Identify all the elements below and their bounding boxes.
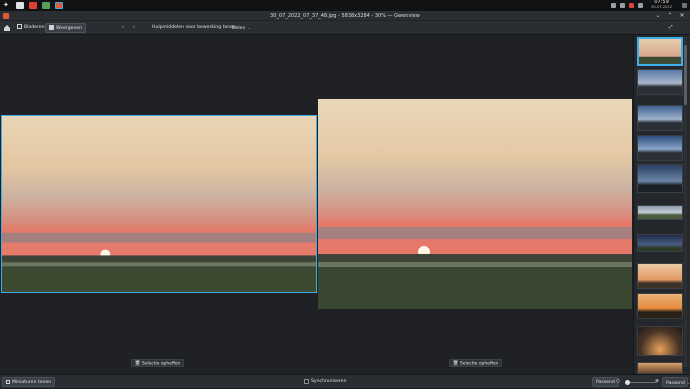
desktop-peek-icon[interactable] <box>682 3 687 8</box>
zoom-slider[interactable] <box>625 380 657 385</box>
fit-label: Passend <box>596 380 615 385</box>
sunrise-photo-left <box>2 116 316 292</box>
system-taskbar: ✦ 07:59 30-07-2022 <box>0 0 690 11</box>
home-icon <box>4 25 10 31</box>
compare-image-left[interactable] <box>1 115 317 293</box>
thumbnail-item[interactable] <box>637 293 683 319</box>
notification-icon[interactable] <box>629 3 634 8</box>
scrollbar-handle[interactable] <box>684 45 687 105</box>
thumbnail-item[interactable] <box>637 69 683 95</box>
status-bar: Miniaturen tonen Synchroniseren Passend … <box>0 374 690 388</box>
deselect-right-button[interactable]: 🗑 Selectie opheffen <box>449 359 503 367</box>
show-thumbnails-button[interactable]: Miniaturen tonen <box>2 377 56 387</box>
image-viewer: 🗑 Selectie opheffen 🗑 Selectie opheffen <box>0 35 633 374</box>
deselect-left-button[interactable]: 🗑 Selectie opheffen <box>131 359 185 367</box>
main-toolbar: Bladeren Weergeven ‹ › Hulpmiddelen voor… <box>0 21 690 35</box>
share-button[interactable]: Delen ⌄ <box>229 23 253 33</box>
view-button[interactable]: Weergeven <box>45 23 86 33</box>
thumbnail-item[interactable] <box>637 135 683 161</box>
sync-label: Synchroniseren <box>311 379 347 384</box>
forward-button[interactable]: › <box>130 23 138 33</box>
thumbnail-item[interactable] <box>637 326 683 356</box>
zoom-select[interactable]: Passend ⌄ <box>662 377 690 387</box>
window-title: 30_07_2022_07_37_48.jpg - 5838x3284 - 30… <box>270 13 420 19</box>
thumbnail-item[interactable] <box>637 234 683 252</box>
trash-icon: 🗑 <box>135 360 141 366</box>
video-app-icon[interactable] <box>29 2 37 9</box>
chevron-right-icon: › <box>133 25 135 30</box>
browse-label: Bladeren <box>24 25 45 30</box>
compare-image-right[interactable] <box>318 99 632 309</box>
chevron-left-icon: ‹ <box>122 25 124 30</box>
clipboard-icon[interactable] <box>638 3 643 8</box>
back-button[interactable]: ‹ <box>119 23 127 33</box>
clock-date: 30-07-2022 <box>651 5 672 9</box>
zoom-out-icon[interactable]: ○ <box>615 377 621 387</box>
thumbnail-scrollbar[interactable] <box>684 37 687 367</box>
zoom-select-value: Passend <box>666 381 685 386</box>
fullscreen-button[interactable]: ⤢ <box>666 23 676 33</box>
view-image-icon <box>49 25 54 30</box>
gwenview-task-icon[interactable] <box>55 2 63 9</box>
thumbnail-item[interactable] <box>637 37 683 66</box>
thumbnail-item[interactable] <box>637 263 683 289</box>
window-titlebar[interactable]: 30_07_2022_07_37_48.jpg - 5838x3284 - 30… <box>0 11 690 21</box>
chevron-down-icon: ⌄ <box>686 381 690 385</box>
file-manager-icon[interactable] <box>16 2 24 9</box>
volume-icon[interactable] <box>620 3 625 8</box>
thumbnails-icon <box>6 379 10 384</box>
close-icon[interactable]: ✕ <box>678 12 686 20</box>
browse-button[interactable]: Bladeren <box>14 23 48 33</box>
deselect-right-label: Selectie opheffen <box>460 361 499 367</box>
app-launcher-icon[interactable]: ✦ <box>3 2 11 9</box>
show-thumbnails-label: Miniaturen tonen <box>12 380 52 385</box>
thumbnail-item[interactable] <box>637 362 683 374</box>
clock[interactable]: 07:59 30-07-2022 <box>651 0 672 10</box>
chevron-down-icon: ⌄ <box>247 26 251 30</box>
edit-tools-button[interactable]: Hulpmiddelen voor bewerking tonen <box>149 23 239 33</box>
network-icon[interactable] <box>611 3 616 8</box>
thumbnail-item[interactable] <box>637 105 683 131</box>
thumbnail-strip <box>633 35 690 374</box>
home-button[interactable] <box>2 23 12 33</box>
maximize-icon[interactable]: ⌃ <box>666 12 674 20</box>
sunrise-photo-right <box>318 99 632 309</box>
view-label: Weergeven <box>56 26 82 31</box>
thumbnail-item[interactable] <box>637 205 683 220</box>
fullscreen-icon: ⤢ <box>669 25 673 30</box>
trash-icon: 🗑 <box>453 360 459 366</box>
zoom-slider-handle[interactable] <box>625 380 630 385</box>
photo-app-icon[interactable] <box>42 2 50 9</box>
minimize-icon[interactable]: ⌄ <box>654 12 662 20</box>
thumbnail-item[interactable] <box>637 164 683 193</box>
edit-tools-label: Hulpmiddelen voor bewerking tonen <box>152 25 236 30</box>
browse-grid-icon <box>17 24 22 29</box>
share-label: Delen <box>232 26 246 31</box>
deselect-left-label: Selectie opheffen <box>142 361 181 367</box>
zoom-in-icon[interactable]: ⊕ <box>654 377 660 387</box>
